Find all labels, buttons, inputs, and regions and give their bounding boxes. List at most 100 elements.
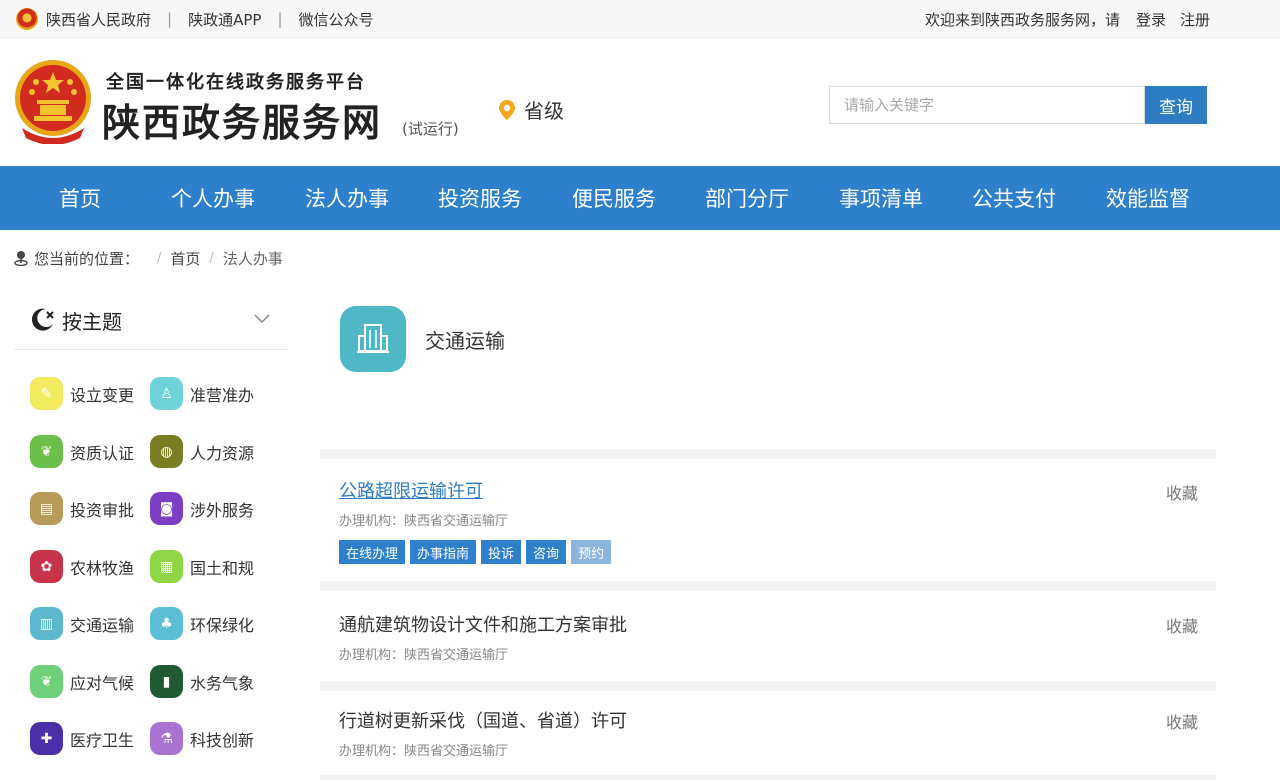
nav-payment[interactable]: 公共支付: [954, 166, 1074, 230]
category-item[interactable]: ⚗ 科技创新: [150, 722, 254, 755]
tag-complaint[interactable]: 投诉: [481, 540, 522, 564]
category-label: 资质认证: [70, 443, 135, 463]
nav-personal[interactable]: 个人办事: [153, 166, 273, 230]
breadcrumb-current: 法人办事: [222, 249, 283, 268]
top-separator: |: [167, 10, 173, 28]
divider: [320, 581, 1216, 591]
service-entry: 通航建筑物设计文件和施工方案审批 办理机构：陕西省交通运输厅 收藏: [320, 591, 1216, 681]
category-label: 农林牧渔: [70, 558, 135, 578]
service-title-link[interactable]: 公路超限运输许可: [339, 477, 483, 503]
top-link-wechat[interactable]: 微信公众号: [299, 9, 374, 30]
top-links: 陕西省人民政府 | 陕政通APP | 微信公众号: [16, 0, 374, 38]
service-title-link[interactable]: 通航建筑物设计文件和施工方案审批: [339, 611, 627, 637]
service-entry: 行道树更新采伐（国道、省道）许可 办理机构：陕西省交通运输厅 收藏: [320, 691, 1216, 775]
location-selector[interactable]: 省级: [498, 95, 564, 124]
pig-icon: ✿: [30, 550, 63, 583]
site-title[interactable]: 陕西政务服务网: [102, 92, 382, 147]
nav-legal-person[interactable]: 法人办事: [287, 166, 407, 230]
tag-appointment[interactable]: 预约: [571, 540, 612, 564]
org-value: 陕西省交通运输厅: [404, 648, 509, 663]
favorite-button[interactable]: 收藏: [1166, 709, 1198, 733]
tag-guide[interactable]: 办事指南: [410, 540, 477, 564]
service-entry: 公路超限运输许可 办理机构：陕西省交通运输厅 收藏 在线办理 办事指南 投诉 咨…: [320, 459, 1216, 581]
category-item[interactable]: ✿ 农林牧渔: [30, 550, 134, 583]
category-item[interactable]: ▦ 国土和规: [150, 550, 254, 583]
category-item[interactable]: ◍ 人力资源: [150, 435, 254, 468]
tag-consult[interactable]: 咨询: [526, 540, 567, 564]
nav-departments[interactable]: 部门分厅: [687, 166, 807, 230]
tag-online[interactable]: 在线办理: [339, 540, 406, 564]
top-separator: |: [277, 10, 283, 28]
nav-convenience[interactable]: 便民服务: [554, 166, 674, 230]
top-user-area: 欢迎来到陕西政务服务网，请 登录 注册: [925, 0, 1210, 38]
category-item[interactable]: ◙ 涉外服务: [150, 492, 254, 525]
site-header: 全国一体化在线政务服务平台 陕西政务服务网 (试运行) 省级 查询: [0, 38, 1280, 166]
camera-icon: ◙: [150, 492, 183, 525]
org-value: 陕西省交通运输厅: [404, 744, 509, 759]
divider: [320, 775, 1216, 780]
clipboard-icon: ▤: [30, 492, 63, 525]
category-item[interactable]: ▥ 交通运输: [30, 607, 134, 640]
topic-building-icon: [340, 306, 406, 372]
breadcrumb: 您当前的位置： / 首页 / 法人办事: [14, 246, 283, 270]
service-title-link[interactable]: 行道树更新采伐（国道、省道）许可: [339, 707, 627, 733]
globe-icon: ◍: [150, 435, 183, 468]
category-label: 医疗卫生: [70, 730, 135, 750]
service-org: 办理机构：陕西省交通运输厅: [339, 644, 508, 663]
top-link-gov[interactable]: 陕西省人民政府: [46, 9, 151, 30]
pencil-icon: ✎: [30, 377, 63, 410]
building-icon: ▥: [30, 607, 63, 640]
org-label: 办理机构：: [339, 514, 405, 529]
top-link-app[interactable]: 陕政通APP: [188, 9, 261, 30]
divider: [320, 449, 1216, 459]
category-label: 投资审批: [70, 500, 135, 520]
category-item[interactable]: ❦ 应对气候: [30, 665, 134, 698]
category-item[interactable]: ❦ 资质认证: [30, 435, 134, 468]
thermometer-icon: ▮: [150, 665, 183, 698]
stamp-icon: ♙: [150, 377, 183, 410]
breadcrumb-separator: /: [209, 250, 214, 266]
service-tags: 在线办理 办事指南 投诉 咨询 预约: [339, 540, 616, 564]
emblem-small-icon: [16, 8, 38, 30]
national-emblem-icon: [15, 60, 91, 144]
map-icon: ▦: [150, 550, 183, 583]
service-org: 办理机构：陕西省交通运输厅: [339, 740, 508, 759]
favorite-button[interactable]: 收藏: [1166, 613, 1198, 637]
chevron-down-icon[interactable]: [254, 310, 270, 326]
breadcrumb-label: 您当前的位置：: [34, 249, 140, 268]
top-bar: 陕西省人民政府 | 陕政通APP | 微信公众号 欢迎来到陕西政务服务网，请 登…: [0, 0, 1280, 38]
building-icon: [357, 324, 389, 353]
category-label: 环保绿化: [190, 615, 255, 635]
category-item[interactable]: ♣ 环保绿化: [150, 607, 254, 640]
nav-home[interactable]: 首页: [20, 166, 140, 230]
org-label: 办理机构：: [339, 648, 405, 663]
category-item[interactable]: ♙ 准营准办: [150, 377, 254, 410]
favorite-button[interactable]: 收藏: [1166, 480, 1198, 504]
welcome-text: 欢迎来到陕西政务服务网，请: [924, 10, 1120, 29]
login-link[interactable]: 登录: [1136, 9, 1166, 30]
breadcrumb-home[interactable]: 首页: [170, 248, 200, 269]
category-label: 应对气候: [70, 673, 135, 693]
category-label: 国土和规: [190, 558, 255, 578]
theme-sidebar: 按主题 ✎ 设立变更 ♙ 准营准办 ❦ 资质认证 ◍ 人力资源 ▤ 投资审批 ◙ 涉外服务 ✿ 农林牧渔 ▦…: [14, 290, 288, 780]
category-item[interactable]: ▮ 水务气象: [150, 665, 254, 698]
category-item[interactable]: ✎ 设立变更: [30, 377, 134, 410]
breadcrumb-separator: /: [157, 250, 162, 266]
category-item[interactable]: ▤ 投资审批: [30, 492, 134, 525]
search-button[interactable]: 查询: [1145, 86, 1207, 124]
nav-investment[interactable]: 投资服务: [420, 166, 540, 230]
register-link[interactable]: 注册: [1180, 9, 1210, 30]
search-input[interactable]: [829, 86, 1145, 124]
category-label: 科技创新: [190, 730, 255, 750]
trial-label: (试运行): [402, 120, 459, 138]
org-value: 陕西省交通运输厅: [404, 514, 509, 529]
nav-item-list[interactable]: 事项清单: [821, 166, 941, 230]
category-label: 准营准办: [190, 385, 255, 405]
sidebar-header[interactable]: 按主题: [14, 290, 288, 350]
medical-icon: ✚: [30, 722, 63, 755]
divider: [320, 681, 1216, 691]
category-item[interactable]: ✚ 医疗卫生: [30, 722, 134, 755]
location-label: 省级: [524, 99, 564, 123]
location-pin-icon: [499, 99, 515, 120]
nav-supervision[interactable]: 效能监督: [1088, 166, 1208, 230]
